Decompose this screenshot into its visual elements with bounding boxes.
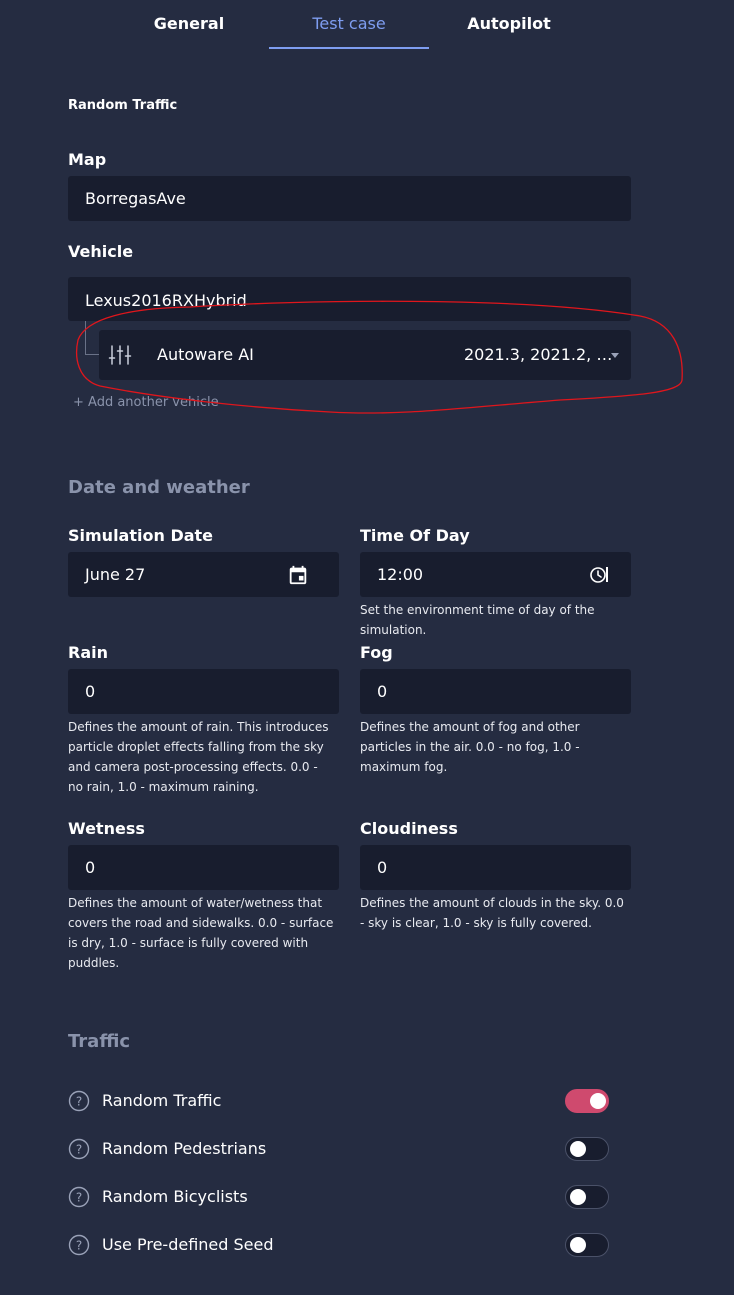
toggle-knob [570, 1189, 586, 1205]
cloudiness-help: Defines the amount of clouds in the sky.… [360, 896, 624, 930]
time-of-day-value: 12:00 [377, 565, 424, 584]
toggle-knob [590, 1093, 606, 1109]
add-vehicle-link[interactable]: + Add another vehicle [73, 395, 219, 410]
random-traffic-title: Random Traffic [68, 98, 178, 113]
wetness-value: 0 [85, 858, 96, 877]
help-circle-icon[interactable]: ? [68, 1234, 90, 1256]
sensor-config-name: Autoware AI [157, 345, 254, 364]
help-circle-icon[interactable]: ? [68, 1090, 90, 1112]
time-of-day-help: Set the environment time of day of the s… [360, 603, 595, 637]
tree-connector-branch [85, 354, 99, 355]
random-pedestrians-label: Random Pedestrians [102, 1139, 267, 1158]
map-value: BorregasAve [85, 189, 186, 208]
vehicle-select[interactable]: Lexus2016RXHybrid [68, 277, 631, 321]
test-case-page: General Test case Autopilot Random Traff… [0, 0, 734, 1295]
random-bicyclists-label: Random Bicyclists [102, 1187, 248, 1206]
simulation-date-value: June 27 [85, 565, 146, 584]
simulation-date-input[interactable]: June 27 [68, 552, 339, 597]
tree-connector [85, 321, 86, 355]
random-traffic-label: Random Traffic [102, 1091, 222, 1110]
vehicle-value: Lexus2016RXHybrid [85, 291, 247, 310]
rain-help: Defines the amount of rain. This introdu… [68, 720, 329, 794]
tab-bar: General Test case Autopilot [109, 0, 589, 49]
time-of-day-input[interactable]: 12:00 [360, 552, 631, 597]
toggle-row-random-bicyclists: ? Random Bicyclists [68, 1183, 628, 1213]
fog-help: Defines the amount of fog and other part… [360, 720, 580, 774]
traffic-title: Traffic [68, 1031, 131, 1052]
wetness-help: Defines the amount of water/wetness that… [68, 896, 334, 970]
sliders-icon[interactable] [108, 343, 132, 367]
help-circle-icon[interactable]: ? [68, 1138, 90, 1160]
random-bicyclists-toggle[interactable] [565, 1185, 609, 1209]
toggle-row-use-seed: ? Use Pre-defined Seed [68, 1231, 628, 1261]
rain-input[interactable]: 0 [68, 669, 339, 714]
rain-label: Rain [68, 643, 108, 662]
fog-label: Fog [360, 643, 393, 662]
simulation-date-label: Simulation Date [68, 526, 214, 545]
wetness-label: Wetness [68, 819, 145, 838]
svg-text:?: ? [76, 1095, 82, 1109]
map-label: Map [68, 150, 107, 169]
date-weather-title: Date and weather [68, 477, 250, 498]
fog-input[interactable]: 0 [360, 669, 631, 714]
use-seed-label: Use Pre-defined Seed [102, 1235, 274, 1254]
random-traffic-toggle[interactable] [565, 1089, 609, 1113]
toggle-row-random-traffic: ? Random Traffic [68, 1087, 628, 1117]
clock-icon[interactable] [588, 565, 608, 585]
time-of-day-label: Time Of Day [360, 526, 470, 545]
tab-general[interactable]: General [109, 0, 269, 47]
rain-value: 0 [85, 682, 96, 701]
tab-autopilot[interactable]: Autopilot [429, 0, 589, 47]
cloudiness-label: Cloudiness [360, 819, 458, 838]
svg-text:?: ? [76, 1143, 82, 1157]
svg-text:?: ? [76, 1191, 82, 1205]
cloudiness-value: 0 [377, 858, 388, 877]
sensor-config-select[interactable]: Autoware AI 2021.3, 2021.2, 20... [99, 330, 631, 380]
tab-test-case[interactable]: Test case [269, 0, 429, 49]
use-seed-toggle[interactable] [565, 1233, 609, 1257]
toggle-knob [570, 1141, 586, 1157]
wetness-input[interactable]: 0 [68, 845, 339, 890]
random-pedestrians-toggle[interactable] [565, 1137, 609, 1161]
vehicle-label: Vehicle [68, 242, 134, 261]
help-circle-icon[interactable]: ? [68, 1186, 90, 1208]
cloudiness-input[interactable]: 0 [360, 845, 631, 890]
calendar-icon[interactable] [287, 564, 309, 586]
chevron-down-icon[interactable] [611, 353, 619, 358]
toggle-knob [570, 1237, 586, 1253]
toggle-row-random-pedestrians: ? Random Pedestrians [68, 1135, 628, 1165]
fog-value: 0 [377, 682, 388, 701]
svg-text:?: ? [76, 1239, 82, 1253]
map-select[interactable]: BorregasAve [68, 176, 631, 221]
sensor-config-versions: 2021.3, 2021.2, 20... [464, 345, 614, 364]
